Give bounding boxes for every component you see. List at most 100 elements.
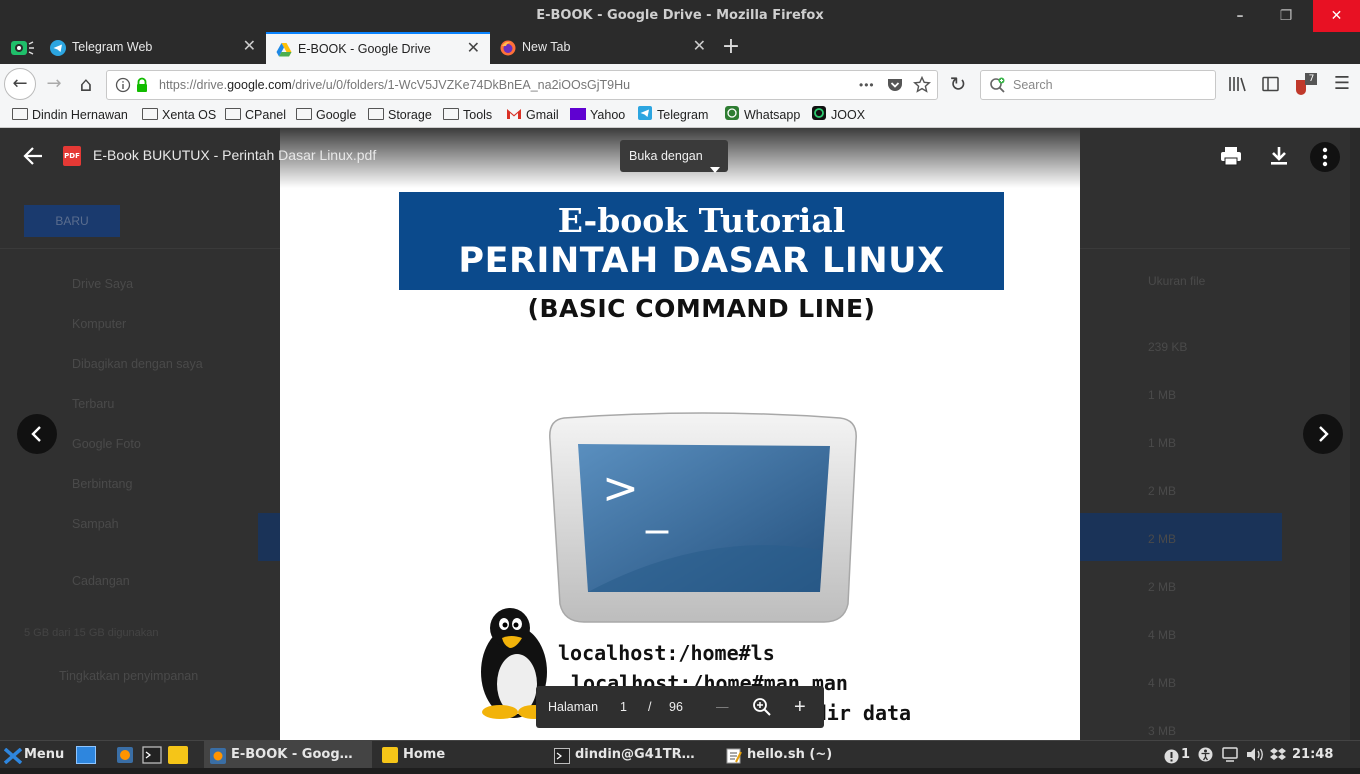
bookmark-tools[interactable]: Tools	[443, 104, 492, 128]
media-sharing-icon[interactable]	[10, 39, 36, 57]
size-column-header[interactable]: Ukuran file	[1148, 274, 1205, 288]
taskbar-window-ebook[interactable]: E-BOOK - Goog…	[204, 741, 372, 768]
file-size: 2 MB	[1148, 484, 1177, 498]
new-tab-button[interactable]: +	[716, 32, 746, 62]
previous-file-button[interactable]	[17, 414, 57, 454]
print-icon[interactable]	[1220, 145, 1242, 167]
start-menu-label: Menu	[24, 747, 65, 762]
files-launcher-icon[interactable]	[168, 746, 188, 764]
bookmark-xenta-os[interactable]: Xenta OS	[142, 104, 216, 128]
download-icon[interactable]	[1268, 145, 1290, 167]
sidebar-item-cadangan[interactable]: Cadangan	[72, 574, 130, 588]
dropbox-icon[interactable]	[1270, 747, 1286, 762]
page-scrollbar[interactable]	[1350, 128, 1360, 740]
sidebar-item-drive-saya[interactable]: Drive Saya	[72, 277, 133, 291]
search-engine-icon[interactable]	[989, 77, 1007, 93]
tab-label: E-BOOK - Google Drive	[298, 42, 431, 56]
tab-bar: Telegram Web ✕ E-BOOK - Google Drive ✕ N…	[0, 32, 1360, 64]
taskbar-window-editor[interactable]: hello.sh (~)	[726, 741, 832, 768]
current-page-input[interactable]: 1	[620, 686, 627, 728]
terminal-window-icon	[554, 747, 570, 764]
taskbar-window-label: dindin@G41TR…	[575, 747, 695, 762]
forward-button[interactable]: →	[38, 68, 70, 100]
next-file-button[interactable]	[1303, 414, 1343, 454]
folder-icon	[368, 108, 384, 120]
sidebar-item-google-foto[interactable]: Google Foto	[72, 437, 141, 451]
terminal-cursor: _	[646, 483, 668, 534]
sidebar-item-berbintang[interactable]: Berbintang	[72, 477, 132, 491]
show-desktop-icon[interactable]	[76, 746, 96, 764]
new-button[interactable]: BARU	[24, 205, 120, 237]
open-menu-button[interactable]: ☰	[1326, 68, 1358, 100]
file-size: 4 MB	[1148, 628, 1177, 642]
bookmark-storage[interactable]: Storage	[368, 104, 432, 128]
reload-button[interactable]: ↻	[942, 68, 974, 100]
bookmark-gmail[interactable]: Gmail	[506, 104, 559, 128]
folder-icon	[225, 108, 241, 120]
sidebar-item-sampah[interactable]: Sampah	[72, 517, 119, 531]
taskbar-window-terminal[interactable]: dindin@G41TR…	[554, 741, 695, 768]
bookmark-star-icon[interactable]	[913, 75, 931, 94]
info-icon[interactable]	[115, 77, 131, 93]
sidebar-item-terbaru[interactable]: Terbaru	[72, 397, 114, 411]
google-drive-icon	[276, 42, 292, 58]
library-icon[interactable]	[1228, 76, 1248, 92]
page-actions-button[interactable]: •••	[859, 71, 875, 99]
addon-icon[interactable]: 7	[1294, 73, 1318, 95]
close-window-button[interactable]: ✕	[1313, 0, 1360, 32]
close-tab-icon[interactable]: ✕	[243, 32, 256, 62]
bookmark-dindin-hernawan[interactable]: Dindin Hernawan	[12, 104, 128, 128]
url-bar[interactable]: https://drive.google.com/drive/u/0/folde…	[106, 70, 938, 100]
bookmark-cpanel[interactable]: CPanel	[225, 104, 286, 128]
taskbar-window-label: Home	[403, 747, 446, 762]
navigation-bar: ← → ⌂ https://drive.google.com/drive/u/0…	[0, 64, 1360, 104]
search-bar[interactable]: Search	[980, 70, 1216, 100]
screen-icon[interactable]	[1222, 747, 1238, 762]
terminal-launcher-icon[interactable]	[142, 746, 162, 764]
page-label: Halaman	[548, 700, 599, 714]
taskbar-window-home[interactable]: Home	[382, 741, 445, 768]
volume-icon[interactable]	[1246, 747, 1264, 762]
home-button[interactable]: ⌂	[70, 68, 102, 100]
page-separator: /	[648, 700, 652, 714]
firefox-launcher-icon[interactable]	[116, 746, 134, 764]
search-placeholder: Search	[1013, 78, 1053, 92]
file-size: 3 MB	[1148, 724, 1177, 738]
bookmark-whatsapp[interactable]: Whatsapp	[724, 104, 800, 128]
tab-new-tab[interactable]: New Tab ✕	[490, 32, 716, 64]
bookmark-google[interactable]: Google	[296, 104, 356, 128]
upgrade-storage-link[interactable]: Tingkatkan penyimpanan	[59, 669, 198, 683]
close-tab-icon[interactable]: ✕	[693, 32, 706, 62]
bookmark-telegram[interactable]: Telegram	[637, 104, 708, 128]
folder-icon	[443, 108, 459, 120]
zoom-out-button[interactable]: —	[716, 686, 729, 728]
open-with-button[interactable]: Buka dengan	[620, 140, 728, 173]
tab-label: New Tab	[522, 40, 571, 54]
addon-badge: 7	[1308, 74, 1315, 84]
sidebar-item-dibagikan[interactable]: Dibagikan dengan saya	[72, 357, 203, 371]
open-with-label: Buka dengan	[629, 149, 703, 163]
yahoo-icon	[570, 108, 586, 120]
accessibility-icon[interactable]	[1198, 747, 1213, 762]
close-tab-icon[interactable]: ✕	[467, 34, 480, 64]
bookmark-joox[interactable]: JOOX	[811, 104, 865, 128]
close-viewer-back-icon[interactable]	[22, 145, 44, 167]
tab-ebook-google-drive[interactable]: E-BOOK - Google Drive ✕	[266, 32, 490, 64]
start-menu-button[interactable]: Menu	[3, 741, 65, 768]
more-options-icon[interactable]	[1310, 142, 1340, 172]
zoom-in-button[interactable]: +	[794, 686, 806, 728]
maximize-button[interactable]: ❐	[1266, 0, 1306, 32]
url-text[interactable]: https://drive.google.com/drive/u/0/folde…	[159, 71, 630, 99]
telegram-icon	[50, 40, 66, 56]
pocket-icon[interactable]	[887, 77, 903, 93]
notifications-indicator[interactable]: 1	[1164, 741, 1190, 768]
sidebar-item-komputer[interactable]: Komputer	[72, 317, 126, 331]
zoom-icon[interactable]	[752, 697, 772, 717]
minimize-button[interactable]: –	[1220, 0, 1260, 32]
back-button[interactable]: ←	[4, 68, 36, 100]
tab-telegram-web[interactable]: Telegram Web ✕	[40, 32, 266, 64]
sidebar-icon[interactable]	[1262, 76, 1280, 92]
bookmark-yahoo[interactable]: Yahoo	[570, 104, 625, 128]
secure-lock-icon[interactable]	[135, 77, 149, 93]
clock[interactable]: 21:48	[1292, 741, 1333, 768]
